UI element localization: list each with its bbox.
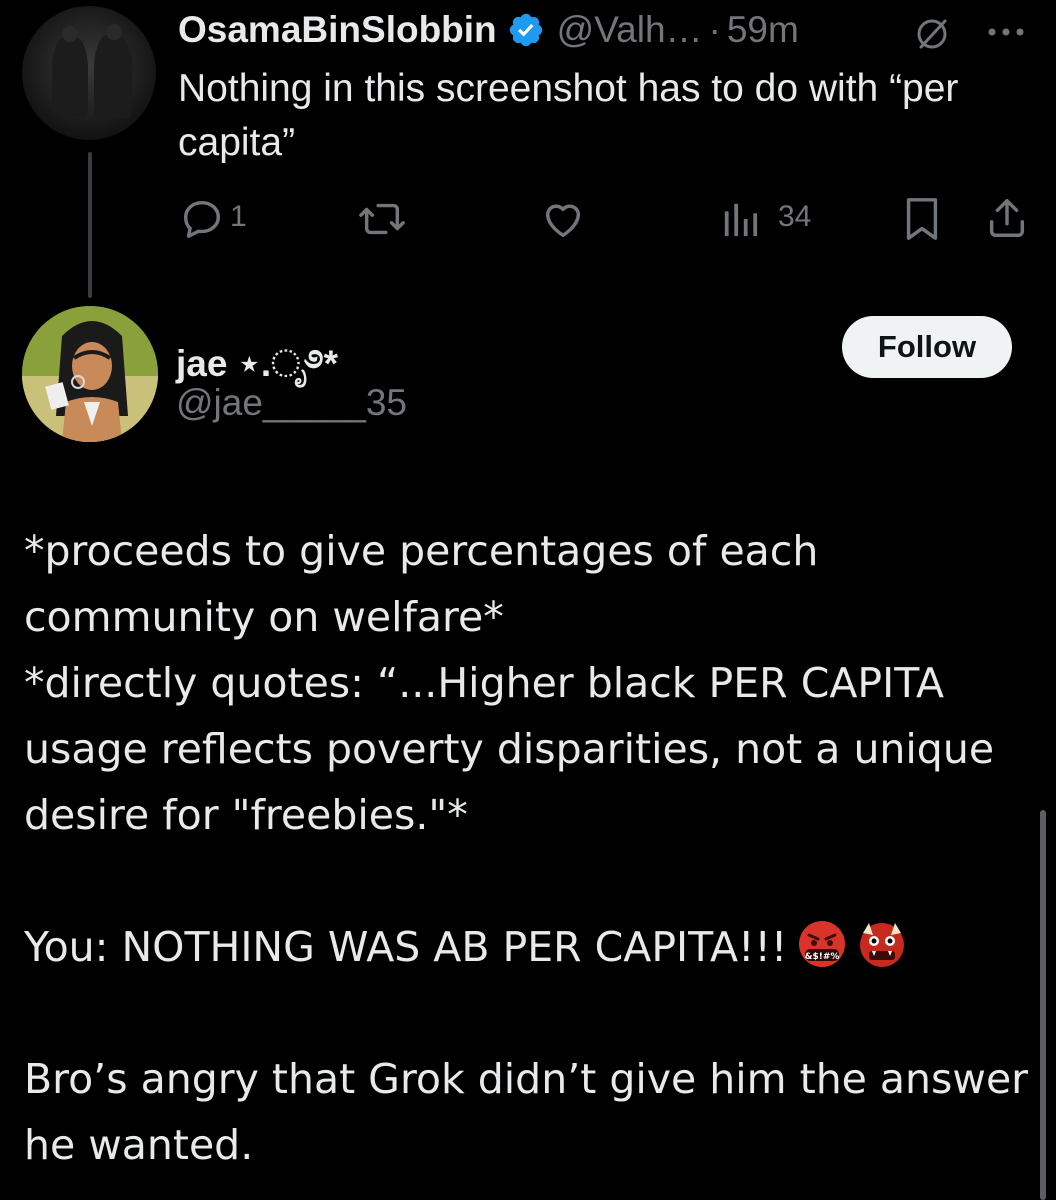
views-icon[interactable] [720, 200, 760, 238]
verified-badge-icon [509, 13, 542, 47]
separator-dot: · [708, 9, 721, 50]
reply-text-line: *directly quotes: “...Higher black PER C… [24, 659, 995, 839]
view-count: 34 [778, 200, 812, 233]
face-with-symbols-on-mouth-emoji: &$!#% [799, 921, 846, 967]
parent-tweet-text: Nothing in this screenshot has to do wit… [178, 67, 959, 164]
reply-avatar[interactable] [22, 306, 158, 442]
reply-tweet-body: *proceeds to give percentages of each co… [24, 518, 1034, 1178]
heart-icon[interactable] [540, 196, 586, 242]
retweet-icon[interactable] [356, 196, 408, 242]
reply-text-line: You: NOTHING WAS AB PER CAPITA!!! [24, 923, 788, 971]
svg-text:&$!#%: &$!#% [805, 952, 840, 962]
reply-handle[interactable]: @jae_____35 [176, 382, 407, 424]
more-icon[interactable] [982, 14, 1030, 50]
reply-text-line: *proceeds to give percentages of each co… [24, 527, 819, 641]
cartoon-avatar-image [22, 306, 158, 442]
reply-icon[interactable] [178, 196, 226, 242]
scrollbar[interactable] [1040, 810, 1046, 1200]
parent-display-name[interactable]: OsamaBinSlobbin [178, 9, 497, 51]
share-icon[interactable] [984, 194, 1030, 242]
reply-text-line: Bro’s angry that Grok didn’t give him th… [24, 1055, 1029, 1169]
parent-avatar[interactable] [22, 6, 156, 140]
reply-count: 1 [230, 200, 247, 233]
parent-action-bar: 1 34 [0, 192, 1056, 242]
reply-text-line-with-emoji: You: NOTHING WAS AB PER CAPITA!!! &$!#% [24, 914, 1034, 980]
follow-button[interactable]: Follow [842, 316, 1012, 378]
ogre-emoji [860, 923, 905, 967]
bookmark-icon[interactable] [902, 196, 942, 242]
parent-tweet-header: OsamaBinSlobbin @Valh… · 59m [178, 6, 799, 54]
mute-icon[interactable] [912, 14, 952, 54]
parent-handle[interactable]: @Valh… [557, 9, 703, 51]
parent-timestamp[interactable]: 59m [727, 9, 799, 51]
